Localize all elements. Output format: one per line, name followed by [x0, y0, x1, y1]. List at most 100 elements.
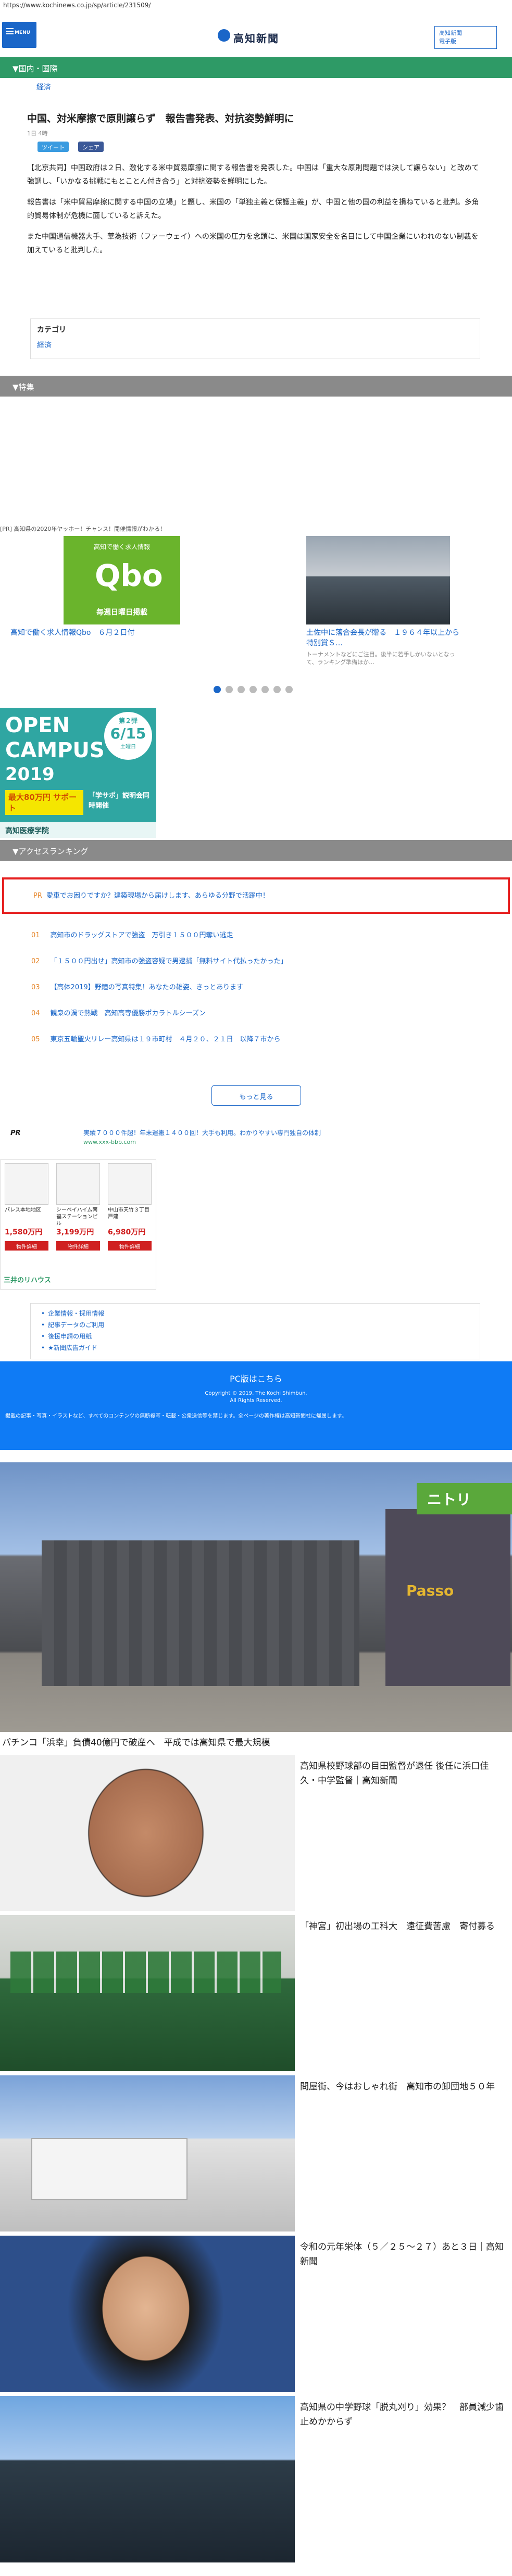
story-item[interactable]: 高知県校野球部の目田監督が退任 後任に浜口佳久・中学監督｜高知新聞	[0, 1755, 512, 1911]
qbo-image[interactable]: 高知で働く求人情報 Qbo 毎週日曜日掲載	[64, 536, 180, 624]
carousel-dot[interactable]	[249, 686, 257, 693]
article: 中国、対米摩擦で原則譲らず 報告書発表、対抗姿勢鮮明に 1日 4時 ツイート シ…	[27, 111, 485, 257]
feature-photo[interactable]	[306, 536, 450, 624]
subscribe-line2: 電子版	[439, 38, 456, 45]
story-title[interactable]: 高知県の中学野球「脱丸刈り」効果？ 部員減少歯止めかからず	[300, 2400, 506, 2429]
story-title[interactable]: 高知県校野球部の目田監督が退任 後任に浜口佳久・中学監督｜高知新聞	[300, 1759, 506, 1788]
share-bar: ツイート シェア	[27, 142, 485, 154]
category-link-top[interactable]: 経済	[0, 78, 512, 94]
store-sign: Passo	[385, 1509, 510, 1686]
footer-link[interactable]: 企業情報・採用情報	[41, 1308, 469, 1319]
carousel-dot[interactable]	[261, 686, 269, 693]
ranking-list: PR 愛車でお困りですか？建築現場から届けします、あらゆる分野で活躍中！ 01 高知…	[0, 868, 512, 1051]
pr-ad-title[interactable]: 実績７０００件超！年末運搬１４００回！大手も利用。わかりやすい専門独自の体制	[83, 1128, 321, 1137]
pachinko-photo[interactable]: Passo ニトリ	[0, 1462, 512, 1732]
qbo-logo: Qbo	[95, 558, 163, 593]
carousel-dot[interactable]	[273, 686, 281, 693]
article-paragraph: また中国通信機器大手、華為技術（ファーウェイ）への米国の圧力を念頭に、米国は国家…	[27, 233, 479, 254]
ranking-pr-text: 愛車でお困りですか？建築現場から届けします、あらゆる分野で活躍中！	[46, 892, 269, 900]
property-price: 3,199万円	[56, 1228, 94, 1236]
property-card[interactable]: シーベイハイム南 福ステーションビ ル 3,199万円 物件詳細	[53, 1163, 103, 1267]
section-bar[interactable]: ▼国内・国際	[0, 57, 512, 78]
subscribe-line1: 高知新聞	[439, 30, 462, 36]
story-thumbnail[interactable]	[0, 2075, 295, 2231]
open-campus-banner[interactable]: OPEN CAMPUS 2019 第２弾 6/15 土曜日 最大80万円 サポー…	[0, 708, 156, 838]
ad-brand: 三井のリハウス	[4, 1277, 52, 1284]
banner-year: 2019	[5, 764, 55, 785]
site-logo[interactable]: 高知新聞	[218, 28, 296, 45]
story-title[interactable]: 「神宮」初出場の工科大 遠征費苦慮 寄付募る	[300, 1919, 506, 1934]
menu-button[interactable]: MENU	[2, 22, 36, 48]
ranking-row[interactable]: 01 高知市のドラッグストアで強盗 万引き１５００円奪い逃走	[0, 921, 512, 947]
real-estate-ad[interactable]: パレス本地地区 1,580万円 物件詳細 シーベイハイム南 福ステーションビ ル…	[0, 1159, 156, 1290]
category-box: カテゴリ 経済	[30, 318, 480, 359]
ranking-row[interactable]: 02 「１５００円出せ」高知市の強盗容疑で男逮捕「無料サイト代払ったかった」	[0, 947, 512, 973]
banner-right-text: 「学サポ」説明会同時開催	[89, 792, 150, 810]
feature-card[interactable]: 土佐中に落合会長が贈る １９６４年以上から特別賞Ｓ… トーナメントなどにご注目。…	[306, 526, 463, 666]
footer-link[interactable]: ★新聞広告ガイド	[41, 1342, 469, 1354]
property-detail-button[interactable]: 物件詳細	[5, 1241, 48, 1251]
carousel-dots[interactable]	[214, 686, 297, 693]
ranking-pr-row[interactable]: PR 愛車でお困りですか？建築現場から届けします、あらゆる分野で活躍中！	[2, 877, 510, 914]
qbo-line1: 高知で働く求人情報	[93, 543, 150, 551]
story-title[interactable]: 令和の元年栄体（５／２５～２７）あと３日｜高知新聞	[300, 2240, 506, 2269]
property-name: シーベイハイム南 福ステーションビ ル	[56, 1207, 98, 1227]
footer-link[interactable]: 記事データのご利用	[41, 1319, 469, 1331]
carousel-dot[interactable]	[214, 686, 221, 693]
address-bar[interactable]: https://www.kochinews.co.jp/sp/article/2…	[0, 0, 512, 12]
ranking-row[interactable]: 05 東京五輪聖火リレー高知県は１９市町村 ４月２０、２１日 以降７市から	[0, 1025, 512, 1051]
ranking-text: 東京五輪聖火リレー高知県は１９市町村 ４月２０、２１日 以降７市から	[50, 1036, 281, 1043]
story-item[interactable]: 令和の元年栄体（５／２５～２７）あと３日｜高知新聞	[0, 2236, 512, 2392]
property-price: 1,580万円	[5, 1228, 43, 1236]
store-name: ニトリ	[417, 1483, 512, 1514]
article-title: 中国、対米摩擦で原則譲らず 報告書発表、対抗姿勢鮮明に	[27, 113, 294, 124]
banner-date-day: 土曜日	[120, 744, 136, 750]
story-caption[interactable]: パチンコ「浜幸」負債40億円で破産へ 平成では高知県で最大規模	[2, 1735, 270, 1748]
property-detail-button[interactable]: 物件詳細	[108, 1241, 152, 1251]
pc-version-link[interactable]: PC版はこちら	[0, 1372, 512, 1384]
banner-line1: OPEN	[5, 713, 70, 737]
story-thumbnail[interactable]	[0, 1755, 295, 1911]
more-button[interactable]: もっと見る	[211, 1085, 301, 1106]
rank-number: 02	[31, 958, 40, 965]
feature-heading: ▼特集	[0, 376, 512, 397]
story-thumbnail[interactable]	[0, 1915, 295, 2071]
category-heading: カテゴリ	[37, 326, 66, 334]
team-shape	[10, 1952, 281, 1993]
subscribe-button[interactable]: 高知新聞 電子版	[434, 26, 497, 49]
story-title[interactable]: 問屋街、今はおしゃれ街 高知市の卸団地５０年	[300, 2080, 506, 2094]
story-item[interactable]: 問屋街、今はおしゃれ街 高知市の卸団地５０年	[0, 2075, 512, 2231]
property-card[interactable]: 中山市天竹３丁目 戸建 6,980万円 物件詳細	[105, 1163, 155, 1267]
ranking-row[interactable]: 03 【高体2019】野鐘の写真特集！あなたの雄姿、きっとあります	[0, 973, 512, 999]
rank-number: 03	[31, 984, 40, 991]
facebook-share-button[interactable]: シェア	[78, 142, 104, 152]
story-thumbnail[interactable]	[0, 2236, 295, 2392]
copyright: Copyright © 2019, The Kochi Shimbun.	[205, 1391, 307, 1396]
property-card[interactable]: パレス本地地区 1,580万円 物件詳細	[2, 1163, 52, 1267]
carousel-dot[interactable]	[226, 686, 233, 693]
footer-link[interactable]: 後援申請の用紙	[41, 1331, 469, 1342]
article-paragraph: 報告書は「米中貿易摩擦に関する中国の立場」と題し、米国の「単独主義と保護主義」が…	[27, 198, 479, 220]
feature-card[interactable]: [PR] 高知県の2020年ヤッホー！チャンス！開催情報がわかる！ 高知で働く求…	[0, 526, 219, 638]
feature-card-title[interactable]: 高知で働く求人情報Qbo ６月２日付	[0, 628, 219, 638]
story-thumbnail[interactable]	[0, 2396, 295, 2562]
twitter-share-button[interactable]: ツイート	[38, 142, 69, 152]
pr-text-ad[interactable]: PR 実績７０００件超！年末運搬１４００回！大手も利用。わかりやすい専門独自の体…	[0, 1124, 512, 1155]
banner-date-label: 第２弾	[118, 717, 138, 724]
banner-date-main: 6/15	[110, 725, 146, 742]
feature-card-caption	[306, 526, 463, 536]
carousel-dot[interactable]	[285, 686, 293, 693]
story-item[interactable]: 高知県の中学野球「脱丸刈り」効果？ 部員減少歯止めかからず	[0, 2396, 512, 2562]
ranking-text: 高知市のドラッグストアで強盗 万引き１５００円奪い逃走	[50, 932, 233, 939]
feature-card-title[interactable]: 土佐中に落合会長が贈る １９６４年以上から特別賞Ｓ…	[306, 628, 463, 648]
ranking-row[interactable]: 04 観衆の渦で熱戦 高知高専優勝ポカラトルシーズン	[0, 999, 512, 1025]
category-link[interactable]: 経済	[37, 340, 473, 350]
carousel-dot[interactable]	[238, 686, 245, 693]
ranking-text: 観衆の渦で熱戦 高知高専優勝ポカラトルシーズン	[50, 1010, 206, 1017]
banner-yellow-text: 最大80万円 サポート	[5, 790, 83, 815]
banner-bottom: 高知医療学院	[0, 822, 156, 838]
feature-carousel: [PR] 高知県の2020年ヤッホー！チャンス！開催情報がわかる！ 高知で働く求…	[0, 526, 512, 697]
pr-label: PR	[10, 1129, 21, 1137]
property-detail-button[interactable]: 物件詳細	[56, 1241, 100, 1251]
story-item[interactable]: 「神宮」初出場の工科大 遠征費苦慮 寄付募る	[0, 1915, 512, 2071]
